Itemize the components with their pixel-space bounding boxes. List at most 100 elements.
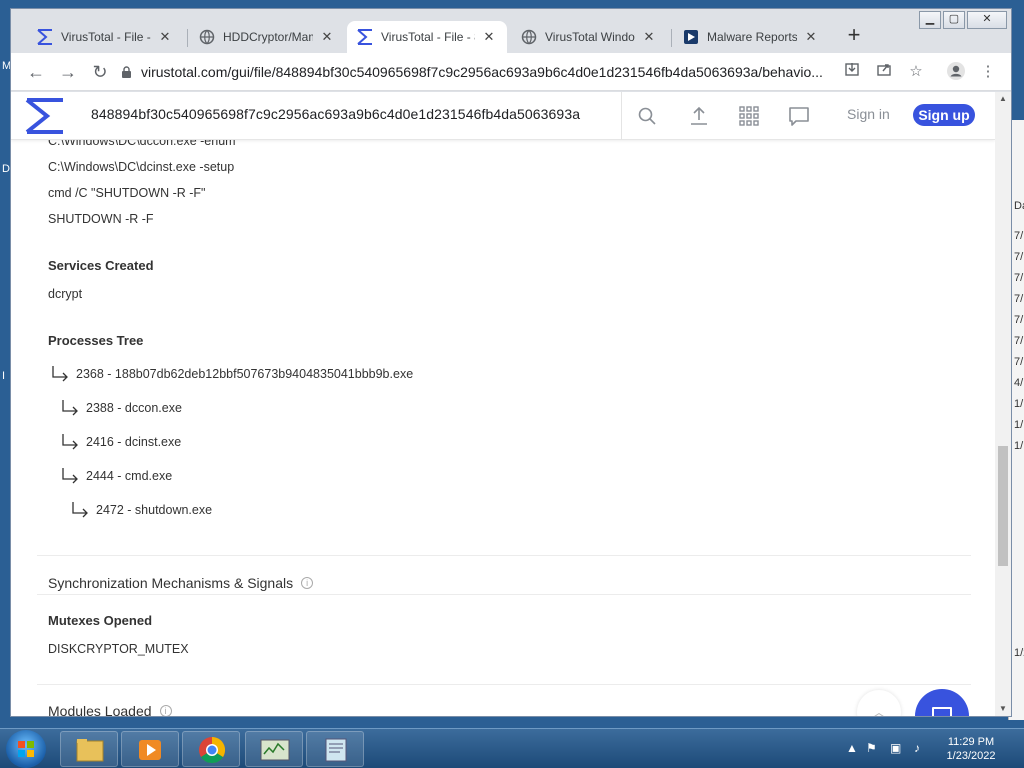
mutexes-value: DISKCRYPTOR_MUTEX bbox=[48, 642, 189, 656]
background-cell: 1/ bbox=[1014, 419, 1024, 431]
tray-expand-icon[interactable]: ▲ bbox=[846, 741, 858, 755]
background-column-header: Da bbox=[1014, 200, 1024, 212]
start-button[interactable] bbox=[6, 730, 46, 768]
volume-icon[interactable]: ♪ bbox=[914, 741, 920, 755]
maximize-button[interactable]: ▢ bbox=[943, 11, 965, 29]
tree-branch-icon bbox=[62, 434, 78, 450]
background-cell: 4/ bbox=[1014, 377, 1024, 389]
tree-branch-icon bbox=[62, 400, 78, 416]
info-icon[interactable]: i bbox=[301, 577, 314, 589]
chat-widget-button[interactable] bbox=[915, 689, 969, 716]
taskbar-notepad[interactable] bbox=[306, 731, 364, 767]
tree-branch-icon bbox=[72, 502, 88, 518]
scroll-up-arrow-icon[interactable]: ▲ bbox=[999, 94, 1007, 103]
globe-icon bbox=[521, 29, 537, 45]
action-center-icon[interactable]: ⚑ bbox=[866, 741, 877, 755]
process-tree-item[interactable]: 2388 - dccon.exe bbox=[58, 399, 182, 417]
background-cell: 7/ bbox=[1014, 272, 1024, 284]
modules-section-title[interactable]: Modules Loaded i bbox=[48, 703, 172, 716]
command-line: SHUTDOWN -R -F bbox=[48, 212, 154, 226]
upload-icon[interactable] bbox=[687, 104, 711, 128]
task-manager-icon bbox=[260, 739, 290, 761]
tab-malware-reports[interactable]: Malware Reports ✕ bbox=[673, 21, 829, 53]
process-tree-item[interactable]: 2444 - cmd.exe bbox=[58, 467, 172, 485]
chat-bubble-icon[interactable] bbox=[787, 104, 811, 128]
apps-grid-icon[interactable] bbox=[737, 104, 761, 128]
folder-icon bbox=[76, 739, 104, 762]
background-cell: 7/ bbox=[1014, 251, 1024, 263]
tree-branch-icon bbox=[52, 366, 68, 382]
tab-virustotal-active[interactable]: VirusTotal - File - 8 ✕ bbox=[347, 21, 507, 53]
tab-virustotal-1[interactable]: VirusTotal - File - C ✕ bbox=[27, 21, 183, 53]
behavior-content: C:\Windows\DC\dccon.exe -enum C:\Windows… bbox=[11, 134, 995, 716]
close-icon[interactable]: ✕ bbox=[481, 29, 497, 45]
network-icon[interactable]: ▣ bbox=[890, 741, 901, 755]
process-label: 2388 - dccon.exe bbox=[86, 401, 182, 415]
sync-section-label: Synchronization Mechanisms & Signals bbox=[48, 575, 294, 591]
virustotal-icon bbox=[357, 29, 373, 45]
process-tree-item[interactable]: 2416 - dcinst.exe bbox=[58, 433, 181, 451]
process-tree-item[interactable]: 2472 - shutdown.exe bbox=[68, 501, 212, 519]
page-viewport: 848894bf30c540965698f7c9c2956ac693a9b6c4… bbox=[11, 92, 995, 716]
taskbar-media-player[interactable] bbox=[121, 731, 179, 767]
command-line: C:\Windows\DC\dcinst.exe -setup bbox=[48, 160, 235, 174]
info-icon[interactable]: i bbox=[159, 705, 172, 716]
command-line: cmd /C "SHUTDOWN -R -F" bbox=[48, 186, 206, 200]
notepad-icon bbox=[325, 738, 347, 762]
chat-icon bbox=[932, 707, 952, 716]
process-tree-item[interactable]: 2368 - 188b07db62deb12bbf507673b94048350… bbox=[48, 365, 413, 383]
tab-title: HDDCryptor/Mam bbox=[223, 30, 313, 44]
close-icon[interactable]: ✕ bbox=[803, 29, 819, 45]
url-text: virustotal.com/gui/file/848894bf30c54096… bbox=[141, 64, 823, 80]
search-icon[interactable] bbox=[635, 104, 659, 128]
section-divider bbox=[37, 684, 971, 685]
forward-icon[interactable]: → bbox=[57, 61, 79, 83]
chrome-icon bbox=[199, 736, 226, 764]
sign-in-link[interactable]: Sign in bbox=[847, 106, 890, 122]
browser-window: VirusTotal - File - C ✕ HDDCryptor/Mam ✕… bbox=[10, 8, 1012, 717]
desktop-text-fragment: I bbox=[2, 370, 6, 382]
taskbar-chrome[interactable] bbox=[182, 731, 240, 767]
install-app-icon[interactable] bbox=[841, 61, 863, 83]
window-close-button[interactable]: ✕ bbox=[967, 11, 1007, 29]
taskbar: ▲ ⚑ ▣ ♪ 11:29 PM 1/23/2022 bbox=[0, 728, 1024, 768]
back-icon[interactable]: ← bbox=[25, 61, 47, 83]
taskbar-explorer[interactable] bbox=[60, 731, 118, 767]
virustotal-logo-icon[interactable] bbox=[25, 98, 65, 134]
system-clock[interactable]: 11:29 PM 1/23/2022 bbox=[940, 735, 1002, 763]
tab-hddcryptor[interactable]: HDDCryptor/Mam ✕ bbox=[189, 21, 345, 53]
search-input[interactable]: 848894bf30c540965698f7c9c2956ac693a9b6c4… bbox=[91, 106, 580, 122]
tab-strip: VirusTotal - File - C ✕ HDDCryptor/Mam ✕… bbox=[11, 9, 1011, 53]
tab-title: VirusTotal - File - C bbox=[61, 30, 151, 44]
section-divider bbox=[37, 555, 971, 556]
background-cell: 1/ bbox=[1014, 440, 1024, 452]
tab-separator bbox=[671, 29, 672, 47]
scroll-down-arrow-icon[interactable]: ▼ bbox=[999, 704, 1007, 713]
close-icon[interactable]: ✕ bbox=[319, 29, 335, 45]
globe-icon bbox=[199, 29, 215, 45]
background-cell: 7/ bbox=[1014, 335, 1024, 347]
tab-virustotal-windows[interactable]: VirusTotal Window ✕ bbox=[511, 21, 667, 53]
tab-title: VirusTotal - File - 8 bbox=[381, 30, 475, 44]
reload-icon[interactable]: ↻ bbox=[89, 61, 111, 83]
bookmark-star-icon[interactable]: ☆ bbox=[905, 61, 927, 83]
background-cell: 1/ bbox=[1014, 398, 1024, 410]
menu-kebab-icon[interactable]: ⋮ bbox=[977, 61, 999, 83]
close-icon[interactable]: ✕ bbox=[157, 29, 173, 45]
page-scrollbar[interactable]: ▲ ▼ bbox=[995, 92, 1011, 716]
profile-avatar-icon[interactable] bbox=[945, 61, 967, 83]
new-tab-button[interactable]: + bbox=[843, 24, 865, 47]
address-bar[interactable]: virustotal.com/gui/file/848894bf30c54096… bbox=[121, 58, 851, 86]
taskbar-task-manager[interactable] bbox=[245, 731, 303, 767]
process-label: 2444 - cmd.exe bbox=[86, 469, 173, 483]
minimize-button[interactable]: ▁ bbox=[919, 11, 941, 29]
background-cell: 7/ bbox=[1014, 230, 1024, 242]
sign-up-button[interactable]: Sign up bbox=[913, 104, 975, 126]
media-player-icon bbox=[139, 740, 161, 760]
scrollbar-thumb[interactable] bbox=[998, 446, 1008, 566]
process-label: 2416 - dcinst.exe bbox=[86, 435, 182, 449]
sync-section-title[interactable]: Synchronization Mechanisms & Signals i bbox=[48, 575, 314, 591]
scroll-to-top-button[interactable]: ︿ bbox=[857, 690, 901, 716]
share-icon[interactable] bbox=[873, 61, 895, 83]
close-icon[interactable]: ✕ bbox=[641, 29, 657, 45]
